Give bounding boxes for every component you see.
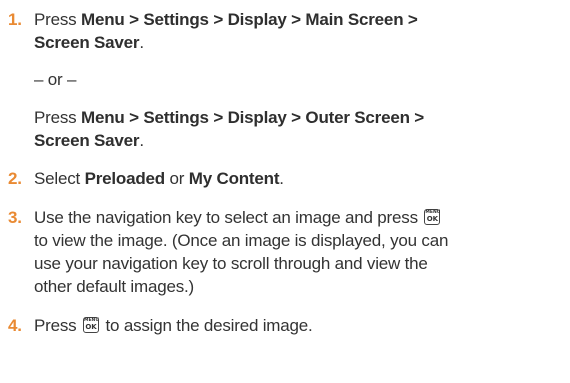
option-preloaded: Preloaded: [84, 169, 166, 188]
option-my-content: My Content: [188, 169, 280, 188]
step-1-number: 1.: [8, 10, 22, 29]
step-2-number: 2.: [8, 169, 22, 188]
step-3-line-3: use your navigation key to scroll throug…: [34, 254, 428, 273]
step-1-menu-path-main: Menu > Settings > Display > Main Screen …: [80, 10, 418, 29]
step-4-number: 4.: [8, 316, 22, 335]
step-3-line-1: Use the navigation key to select an imag…: [34, 208, 441, 227]
step-3-line-2: to view the image. (Once an image is dis…: [34, 231, 449, 250]
step-1-or: – or –: [34, 70, 77, 89]
step-1-line-2: Screen Saver.: [34, 33, 144, 52]
step-1-menu-path-outer: Menu > Settings > Display > Outer Screen…: [80, 108, 425, 127]
step-3-number: 3.: [8, 208, 22, 227]
step-2-line-1: Select Preloaded or My Content.: [34, 169, 284, 188]
step-1-line-3: Press Menu > Settings > Display > Outer …: [34, 108, 425, 127]
step-3-line-4: other default images.): [34, 277, 195, 296]
menu-ok-key-icon: MENU OK: [83, 317, 99, 333]
step-1-line-4: Screen Saver.: [34, 131, 144, 150]
step-1-line-1: Press Menu > Settings > Display > Main S…: [34, 10, 418, 29]
instruction-page: 1. Press Menu > Settings > Display > Mai…: [0, 0, 570, 383]
step-4-line-1: Press MENU OK to assign the desired image…: [34, 316, 313, 335]
menu-ok-key-icon: MENU OK: [424, 209, 441, 225]
